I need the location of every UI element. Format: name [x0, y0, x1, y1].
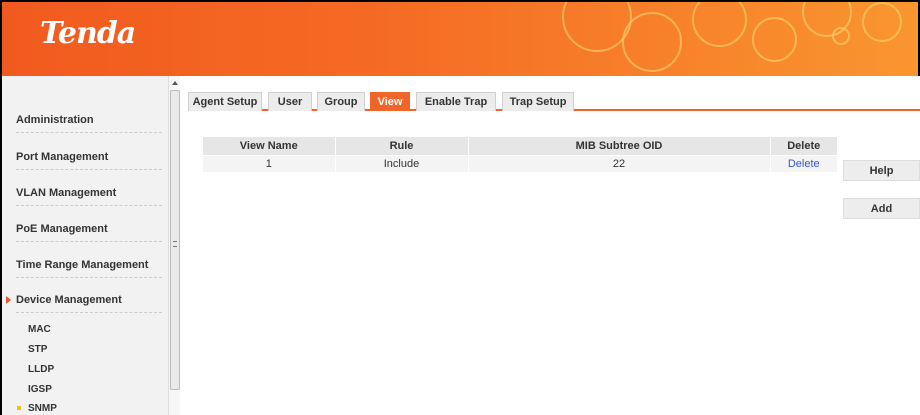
tab-view[interactable]: View [370, 92, 410, 111]
sidebar-item-administration[interactable]: Administration [16, 107, 162, 133]
sidebar-item-device-management[interactable]: Device Management [6, 287, 162, 313]
sidebar-subitem-snmp[interactable]: SNMP [17, 403, 57, 414]
table-row: 1 Include 22 Delete [203, 154, 837, 172]
delete-link[interactable]: Delete [770, 154, 837, 172]
sidebar-item-poe-management[interactable]: PoE Management [16, 216, 162, 242]
column-header-view-name: View Name [203, 137, 336, 155]
help-button[interactable]: Help [843, 160, 920, 181]
sidebar-item-time-range-management[interactable]: Time Range Management [16, 252, 162, 278]
tab-group[interactable]: Group [317, 92, 365, 111]
column-header-mib-subtree-oid: MIB Subtree OID [468, 137, 771, 155]
cell-mib-subtree-oid: 22 [468, 154, 771, 172]
tab-enable-trap[interactable]: Enable Trap [416, 92, 496, 111]
tab-agent-setup[interactable]: Agent Setup [188, 92, 262, 111]
add-button[interactable]: Add [843, 198, 920, 219]
sidebar-scrollbar[interactable] [168, 76, 180, 415]
column-header-rule: Rule [335, 137, 469, 155]
tab-user[interactable]: User [268, 92, 312, 111]
table-header-row: View Name Rule MIB Subtree OID Delete [203, 137, 837, 155]
grip-icon [173, 241, 177, 247]
header-banner: Tenda [0, 0, 920, 76]
decorative-bubble [752, 17, 797, 62]
tab-bar: Agent Setup User Group View Enable Trap … [188, 90, 920, 111]
sidebar-item-port-management[interactable]: Port Management [16, 144, 162, 170]
sidebar-item-vlan-management[interactable]: VLAN Management [16, 180, 162, 206]
scroll-up-arrow-icon[interactable] [172, 81, 178, 85]
cell-rule: Include [335, 154, 469, 172]
tenda-logo: Tenda [40, 16, 136, 51]
view-table: View Name Rule MIB Subtree OID Delete 1 … [203, 137, 837, 172]
decorative-bubble [622, 12, 682, 72]
tab-trap-setup[interactable]: Trap Setup [502, 92, 574, 111]
sidebar-subitem-lldp[interactable]: LLDP [28, 364, 54, 375]
cell-view-name: 1 [203, 154, 336, 172]
decorative-bubble [832, 27, 850, 45]
decorative-bubble [862, 2, 902, 42]
sidebar-subitem-mac[interactable]: MAC [28, 324, 51, 335]
sidebar: Administration Port Management VLAN Mana… [0, 76, 168, 415]
decorative-bubble [692, 2, 747, 47]
sidebar-subitem-igsp[interactable]: IGSP [28, 384, 52, 395]
sidebar-subitem-stp[interactable]: STP [28, 344, 47, 355]
column-header-delete: Delete [770, 137, 837, 155]
scrollbar-thumb[interactable] [170, 90, 180, 390]
